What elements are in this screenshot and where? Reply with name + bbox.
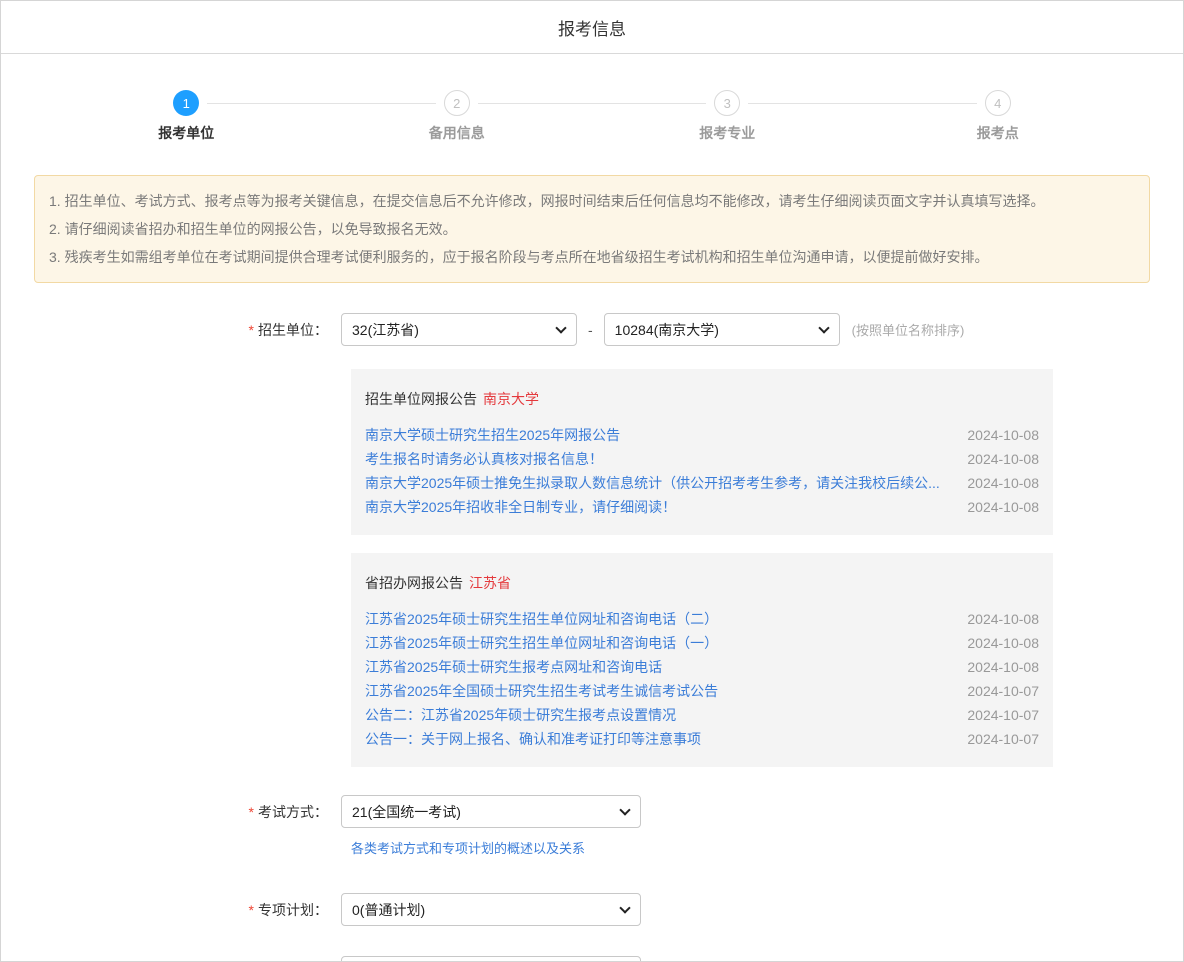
special-plan-select-wrap: 0(普通计划) [341, 893, 641, 926]
announcement-row: 公告一：关于网上报名、确认和准考证打印等注意事项 2024-10-07 [365, 727, 1039, 751]
admission-unit-row: *招生单位： 32(江苏省) - 10284(南京大学) (按照单位名称排序) [1, 313, 1183, 346]
application-info-page: 报考信息 1 报考单位 2 备用信息 3 报考专业 [0, 0, 1184, 962]
step-connector [863, 103, 977, 104]
province-select-wrap: 32(江苏省) [341, 313, 577, 346]
step-connector [1019, 103, 1133, 104]
notice-box: 1. 招生单位、考试方式、报考点等为报考关键信息，在提交信息后不允许修改，网报时… [34, 175, 1150, 283]
exam-method-label: *考试方式： [1, 802, 341, 822]
announcement-link[interactable]: 江苏省2025年硕士研究生招生单位网址和咨询电话（一） [365, 631, 949, 655]
unit-select-wrap: 10284(南京大学) [604, 313, 840, 346]
step-1-circle: 1 [173, 90, 199, 116]
exam-method-help-link[interactable]: 各类考试方式和专项计划的概述以及关系 [351, 841, 585, 856]
announcement-date: 2024-10-07 [949, 703, 1039, 727]
announcement-row: 江苏省2025年硕士研究生报考点网址和咨询电话 2024-10-08 [365, 655, 1039, 679]
announcement-link[interactable]: 江苏省2025年全国硕士研究生招生考试考生诚信考试公告 [365, 679, 949, 703]
step-2-label: 备用信息 [322, 123, 593, 143]
exam-method-row: *考试方式： 21(全国统一考试) [1, 795, 1183, 828]
step-3-major: 3 报考专业 [592, 90, 863, 143]
step-1-label: 报考单位 [51, 123, 322, 143]
notice-line: 1. 招生单位、考试方式、报考点等为报考关键信息，在提交信息后不允许修改，网报时… [49, 187, 1135, 215]
step-connector [592, 103, 706, 104]
step-4-label: 报考点 [863, 123, 1134, 143]
select-separator: - [588, 322, 593, 338]
announcement-link[interactable]: 江苏省2025年硕士研究生招生单位网址和咨询电话（二） [365, 607, 949, 631]
step-connector [51, 103, 165, 104]
announcement-date: 2024-10-08 [949, 495, 1039, 519]
step-2-backup-info: 2 备用信息 [322, 90, 593, 143]
announcement-link[interactable]: 公告一：关于网上报名、确认和准考证打印等注意事项 [365, 727, 949, 751]
special-plan-select[interactable]: 0(普通计划) [341, 893, 641, 926]
required-asterisk: * [249, 902, 254, 918]
step-3-circle: 3 [714, 90, 740, 116]
announcement-date: 2024-10-07 [949, 727, 1039, 751]
unit-announcements-panel: 招生单位网报公告南京大学 南京大学硕士研究生招生2025年网报公告 2024-1… [351, 369, 1053, 535]
application-category-select-wrap: 12(定向就业) [341, 956, 641, 962]
exam-method-select-wrap: 21(全国统一考试) [341, 795, 641, 828]
exam-method-select[interactable]: 21(全国统一考试) [341, 795, 641, 828]
step-4-exam-site: 4 报考点 [863, 90, 1134, 143]
province-select[interactable]: 32(江苏省) [341, 313, 577, 346]
announcement-row: 南京大学2025年招收非全日制专业，请仔细阅读！ 2024-10-08 [365, 495, 1039, 519]
unit-select[interactable]: 10284(南京大学) [604, 313, 840, 346]
step-4-circle: 4 [985, 90, 1011, 116]
unit-name-highlight: 南京大学 [483, 391, 539, 407]
announcement-link[interactable]: 南京大学硕士研究生招生2025年网报公告 [365, 423, 949, 447]
application-category-select[interactable]: 12(定向就业) [341, 956, 641, 962]
special-plan-label: *专项计划： [1, 900, 341, 920]
notice-line: 3. 残疾考生如需组考单位在考试期间提供合理考试便利服务的，应于报名阶段与考点所… [49, 243, 1135, 271]
announcement-row: 江苏省2025年全国硕士研究生招生考试考生诚信考试公告 2024-10-07 [365, 679, 1039, 703]
announcement-link[interactable]: 考生报名时请务必认真核对报名信息！ [365, 447, 949, 471]
announcement-date: 2024-10-08 [949, 447, 1039, 471]
required-asterisk: * [249, 804, 254, 820]
page-header: 报考信息 [1, 1, 1183, 54]
announcement-link[interactable]: 南京大学2025年招收非全日制专业，请仔细阅读！ [365, 495, 949, 519]
announcement-row: 江苏省2025年硕士研究生招生单位网址和咨询电话（二） 2024-10-08 [365, 607, 1039, 631]
step-connector [322, 103, 436, 104]
step-connector [478, 103, 592, 104]
announcement-date: 2024-10-08 [949, 423, 1039, 447]
application-category-row: *报考类别： 12(定向就业) [1, 956, 1183, 962]
announcement-row: 江苏省2025年硕士研究生招生单位网址和咨询电话（一） 2024-10-08 [365, 631, 1039, 655]
announcement-row: 考生报名时请务必认真核对报名信息！ 2024-10-08 [365, 447, 1039, 471]
province-announcements-title: 省招办网报公告江苏省 [365, 573, 1039, 593]
wizard-stepper: 1 报考单位 2 备用信息 3 报考专业 4 [1, 54, 1183, 143]
announcement-row: 公告二：江苏省2025年硕士研究生报考点设置情况 2024-10-07 [365, 703, 1039, 727]
step-1-unit: 1 报考单位 [51, 90, 322, 143]
announcement-date: 2024-10-07 [949, 679, 1039, 703]
page-title: 报考信息 [558, 15, 626, 40]
announcement-date: 2024-10-08 [949, 471, 1039, 495]
unit-announcements-title: 招生单位网报公告南京大学 [365, 389, 1039, 409]
announcement-row: 南京大学2025年硕士推免生拟录取人数信息统计（供公开招考考生参考，请关注我校后… [365, 471, 1039, 495]
announcement-link[interactable]: 南京大学2025年硕士推免生拟录取人数信息统计（供公开招考考生参考，请关注我校后… [365, 471, 949, 495]
required-asterisk: * [249, 322, 254, 338]
step-2-circle: 2 [444, 90, 470, 116]
notice-line: 2. 请仔细阅读省招办和招生单位的网报公告，以免导致报名无效。 [49, 215, 1135, 243]
announcement-link[interactable]: 公告二：江苏省2025年硕士研究生报考点设置情况 [365, 703, 949, 727]
admission-unit-label: *招生单位： [1, 320, 341, 340]
exam-method-help-line: 各类考试方式和专项计划的概述以及关系 [351, 838, 1183, 857]
announcement-date: 2024-10-08 [949, 631, 1039, 655]
announcement-row: 南京大学硕士研究生招生2025年网报公告 2024-10-08 [365, 423, 1039, 447]
step-connector [207, 103, 321, 104]
announcement-date: 2024-10-08 [949, 607, 1039, 631]
announcement-date: 2024-10-08 [949, 655, 1039, 679]
special-plan-row: *专项计划： 0(普通计划) [1, 893, 1183, 926]
step-3-label: 报考专业 [592, 123, 863, 143]
province-name-highlight: 江苏省 [469, 575, 511, 591]
announcement-link[interactable]: 江苏省2025年硕士研究生报考点网址和咨询电话 [365, 655, 949, 679]
step-connector [748, 103, 862, 104]
unit-sort-note: (按照单位名称排序) [852, 320, 965, 339]
province-announcements-panel: 省招办网报公告江苏省 江苏省2025年硕士研究生招生单位网址和咨询电话（二） 2… [351, 553, 1053, 767]
